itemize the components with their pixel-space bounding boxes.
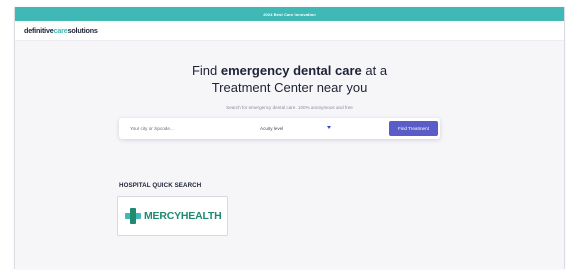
find-treatment-button[interactable]: Find Treatment: [389, 121, 438, 136]
hero-title-prefix: Find: [191, 63, 221, 78]
quick-search-title: HOSPITAL QUICK SEARCH: [119, 182, 202, 189]
mercyhealth-logo-icon: [125, 208, 141, 224]
site-header: definitivecaresolutions: [15, 21, 564, 41]
hospital-card-mercyhealth[interactable]: MERCYHEALTH: [117, 196, 228, 236]
hero-title-line2: Treatment Center near you: [211, 80, 368, 95]
logo-part-solutions: solutions: [67, 26, 98, 35]
hero-title: Find emergency dental care at a Treatmen…: [15, 62, 564, 96]
hospital-name: MERCYHEALTH: [144, 210, 222, 222]
acuity-select[interactable]: Acuity level: [260, 126, 283, 131]
chevron-down-icon[interactable]: [327, 126, 331, 129]
search-bar: Your city or zipcode... Acuity level Fin…: [119, 118, 440, 139]
city-input[interactable]: Your city or zipcode...: [130, 126, 174, 131]
logo-part-care: care: [53, 26, 68, 35]
logo-part-definitive: definitive: [24, 26, 54, 35]
top-banner[interactable]: 2024 Best Care Innovation: [15, 7, 564, 21]
hero-title-bold: emergency dental care: [220, 63, 362, 78]
site-logo[interactable]: definitivecaresolutions: [24, 26, 98, 35]
hero-subtitle: Search for emergency dental care. 100% a…: [226, 105, 353, 110]
hero-title-suffix: at a: [361, 63, 388, 78]
hero: Find emergency dental care at a Treatmen…: [15, 62, 564, 110]
top-banner-text: 2024 Best Care Innovation: [263, 11, 316, 17]
